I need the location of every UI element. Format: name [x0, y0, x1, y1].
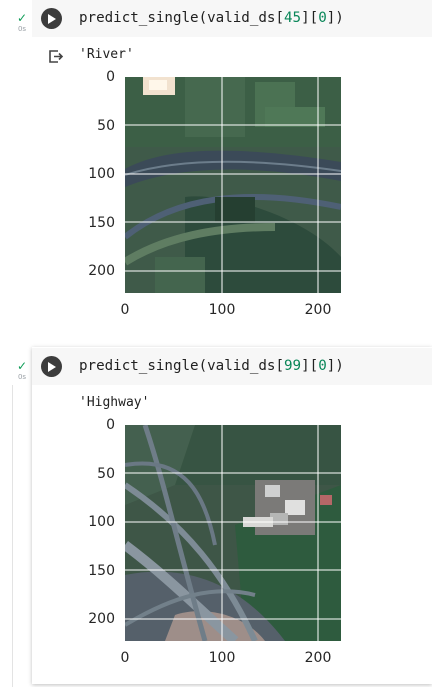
cell-status: ✓ 0s [14, 360, 30, 382]
output-arrow-icon[interactable] [48, 48, 64, 68]
code-editor[interactable]: predict_single(valid_ds[45][0]) [32, 0, 432, 37]
x-tick-label: 100 [208, 302, 236, 318]
x-tick-label: 0 [120, 302, 130, 318]
cell-status: ✓ 0s [14, 12, 30, 34]
y-tick-label: 100 [88, 166, 115, 182]
execution-time: 0s [17, 25, 27, 33]
play-icon [48, 361, 56, 372]
y-tick-label: 50 [97, 466, 115, 482]
run-cell-button[interactable] [41, 356, 62, 377]
output-text: 'River' [79, 47, 134, 62]
x-tick-label: 200 [304, 650, 332, 666]
x-tick-label: 100 [208, 650, 236, 666]
y-tick-label: 150 [88, 563, 115, 579]
output-text: 'Highway' [79, 395, 150, 410]
y-tick-label: 0 [106, 417, 115, 433]
x-tick-label: 0 [120, 650, 130, 666]
code-editor[interactable]: predict_single(valid_ds[99][0]) [32, 348, 432, 385]
satellite-image [125, 425, 341, 641]
code-line[interactable]: predict_single(valid_ds[45][0]) [79, 9, 344, 27]
execution-time: 0s [17, 373, 27, 381]
y-tick-label: 100 [88, 514, 115, 530]
check-icon: ✓ [16, 11, 28, 25]
y-tick-label: 200 [88, 611, 115, 627]
play-icon [48, 13, 56, 24]
x-tick-label: 200 [304, 302, 332, 318]
y-tick-label: 200 [88, 263, 115, 279]
y-tick-label: 150 [88, 215, 115, 231]
check-icon: ✓ [16, 359, 28, 373]
satellite-image [125, 77, 341, 293]
code-line[interactable]: predict_single(valid_ds[99][0]) [79, 357, 344, 375]
y-tick-label: 50 [97, 118, 115, 134]
run-cell-button[interactable] [41, 8, 62, 29]
y-tick-label: 0 [106, 69, 115, 85]
cell-gutter [12, 385, 13, 687]
